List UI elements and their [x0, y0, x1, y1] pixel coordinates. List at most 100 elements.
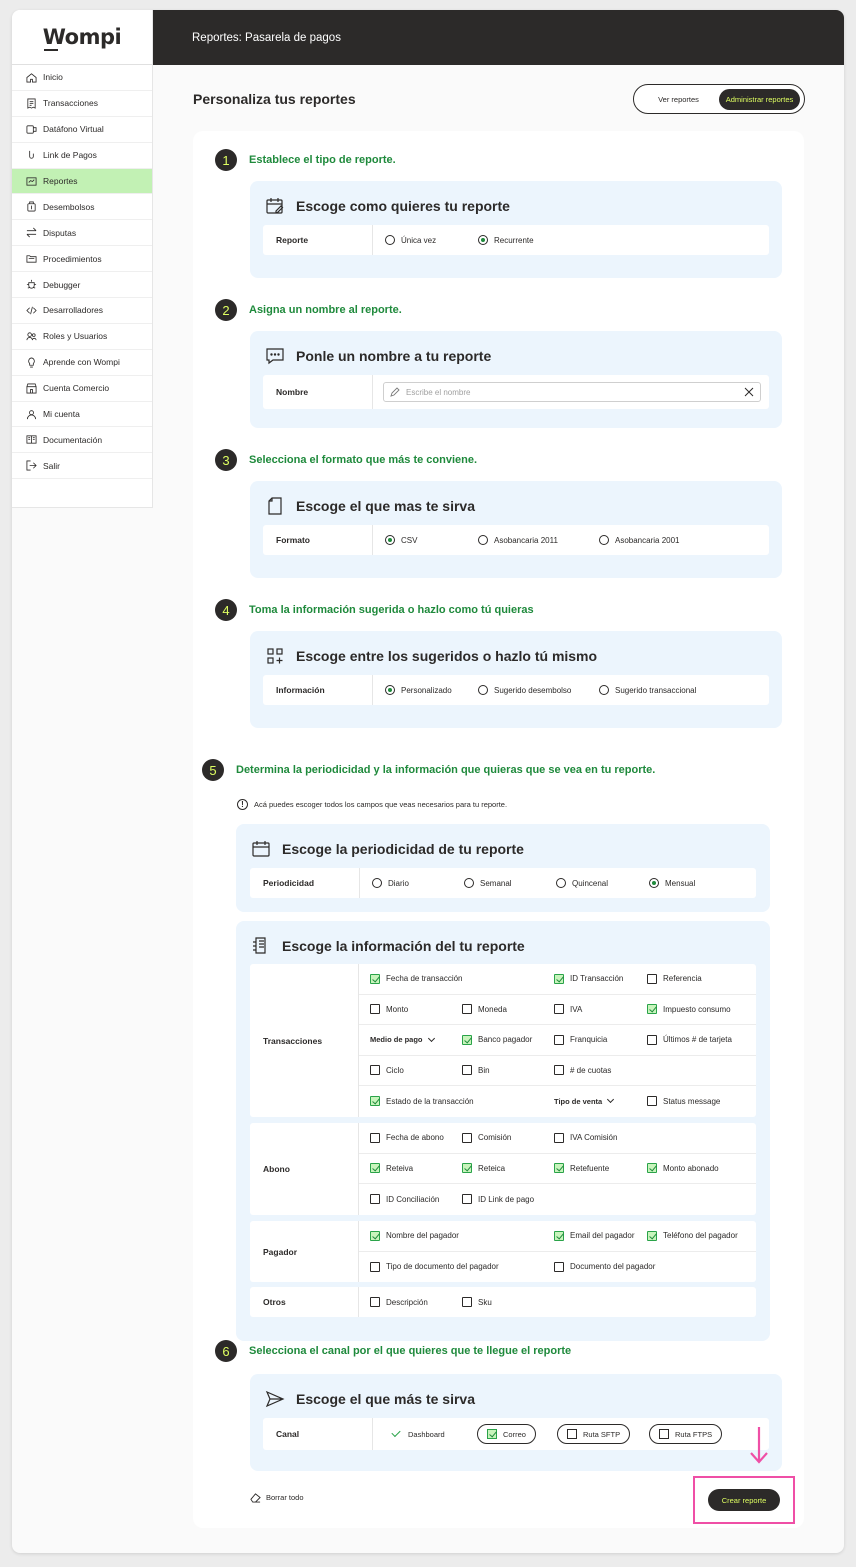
channel-dashboard[interactable]: Dashboard	[391, 1418, 445, 1450]
checkbox-ciclo[interactable]: Ciclo	[370, 1056, 404, 1086]
radio-csv[interactable]: CSV	[385, 535, 478, 545]
checkbox-monto[interactable]: Monto	[370, 995, 408, 1025]
documentation-icon	[25, 434, 37, 446]
checkbox-retefuente[interactable]: Retefuente	[554, 1154, 609, 1184]
checkbox-label: Status message	[663, 1096, 721, 1106]
checkbox-sku[interactable]: Sku	[462, 1287, 492, 1317]
checkbox-franquicia[interactable]: Franquicia	[554, 1025, 607, 1055]
channel-sftp-button[interactable]: Ruta SFTP	[557, 1424, 631, 1444]
information-row: Información Personalizado Sugerido desem…	[263, 675, 769, 705]
channel-ftps-button[interactable]: Ruta FTPS	[649, 1424, 723, 1444]
arrow-down-icon	[750, 1427, 768, 1464]
checkbox-fecha-transaccion[interactable]: Fecha de transacción	[370, 964, 463, 994]
checkbox-moneda[interactable]: Moneda	[462, 995, 507, 1025]
radio-quincenal[interactable]: Quincenal	[556, 878, 649, 888]
checkbox-email-pagador[interactable]: Email del pagador	[554, 1221, 634, 1251]
sidebar-item-datafono-virtual[interactable]: Datáfono Virtual	[12, 117, 152, 143]
checkbox-box-checked	[370, 1230, 380, 1241]
sidebar-item-roles-y-usuarios[interactable]: Roles y Usuarios	[12, 324, 152, 350]
checkbox-status-message[interactable]: Status message	[647, 1086, 720, 1117]
sidebar-item-documentacion[interactable]: Documentación	[12, 427, 152, 454]
checkbox-cuotas[interactable]: # de cuotas	[554, 1056, 611, 1086]
checkbox-tipo-documento[interactable]: Tipo de documento del pagador	[370, 1252, 499, 1283]
tipo-de-venta-dropdown[interactable]: Tipo de venta	[554, 1086, 615, 1117]
checkbox-box	[370, 1297, 380, 1307]
sidebar-item-disputas[interactable]: Disputas	[12, 220, 152, 247]
report-name-row: Nombre	[263, 375, 769, 409]
checkbox-banco-pagador[interactable]: Banco pagador	[462, 1025, 532, 1055]
checkbox-estado-transaccion[interactable]: Estado de la transacción	[370, 1086, 474, 1117]
radio-circle	[599, 535, 609, 545]
checkbox-iva-comision[interactable]: IVA Comisión	[554, 1123, 617, 1153]
checkbox-monto-abonado[interactable]: Monto abonado	[647, 1154, 719, 1184]
sidebar-item-cuenta-comercio[interactable]: Cuenta Comercio	[12, 376, 152, 402]
clear-all-button[interactable]: Borrar todo	[250, 1492, 304, 1503]
checkbox-ultimos-tarjeta[interactable]: Últimos # de tarjeta	[647, 1025, 732, 1055]
checkbox-box	[370, 1194, 380, 1205]
report-builder-card: 1 Establece el tipo de reporte. Escoge c…	[193, 131, 804, 1528]
checkbox-descripcion[interactable]: Descripción	[370, 1287, 428, 1317]
checkbox-box	[647, 1034, 657, 1045]
checkbox-comision[interactable]: Comisión	[462, 1123, 511, 1153]
group-label: Transacciones	[250, 964, 359, 1117]
checkbox-bin[interactable]: Bin	[462, 1056, 490, 1086]
sidebar-item-procedimientos[interactable]: Procedimientos	[12, 246, 152, 273]
sidebar-item-transacciones[interactable]: Transacciones	[12, 91, 152, 117]
step-title: Determina la periodicidad y la informaci…	[236, 764, 656, 776]
sidebar-item-reportes[interactable]: Reportes	[12, 168, 152, 195]
radio-semanal[interactable]: Semanal	[464, 878, 556, 888]
checkbox-box	[554, 1132, 564, 1143]
wompi-logo[interactable]: Wompi	[43, 25, 122, 51]
radio-personalizado[interactable]: Personalizado	[385, 685, 478, 695]
sidebar-item-link-de-pagos[interactable]: Link de Pagos	[12, 143, 152, 169]
chevron-down-icon	[427, 1034, 435, 1042]
checkbox-iva[interactable]: IVA	[554, 995, 582, 1025]
sidebar-item-desarrolladores[interactable]: Desarrolladores	[12, 298, 152, 324]
checkbox-label: Bin	[478, 1065, 490, 1075]
checkbox-documento-pagador[interactable]: Documento del pagador	[554, 1252, 655, 1283]
clear-input-icon[interactable]	[744, 387, 754, 397]
fields-row: Descripción Sku	[359, 1287, 756, 1317]
sidebar-item-salir[interactable]: Salir	[12, 453, 152, 480]
checkbox-reteiva[interactable]: Reteiva	[370, 1154, 413, 1184]
channel-correo-button[interactable]: Correo	[477, 1424, 536, 1444]
report-name-input[interactable]	[406, 387, 744, 397]
create-report-button[interactable]: Crear reporte	[707, 1489, 781, 1511]
checkbox-impuesto-consumo[interactable]: Impuesto consumo	[647, 995, 731, 1025]
manage-reports-tab[interactable]: Administrar reportes	[719, 88, 800, 110]
radio-unica-vez[interactable]: Única vez	[385, 235, 478, 245]
sidebar-item-desembolsos[interactable]: Desembolsos	[12, 194, 152, 221]
checkbox-nombre-pagador[interactable]: Nombre del pagador	[370, 1221, 459, 1251]
radio-mensual[interactable]: Mensual	[649, 878, 695, 888]
medio-de-pago-dropdown[interactable]: Medio de pago	[370, 1025, 435, 1055]
panel-heading: Escoge como quieres tu reporte	[264, 195, 510, 217]
view-reports-tab[interactable]: Ver reportes	[638, 89, 719, 110]
sidebar-item-label: Procedimientos	[43, 253, 102, 264]
checkbox-id-conciliacion[interactable]: ID Conciliación	[370, 1184, 439, 1215]
pos-terminal-icon	[25, 123, 37, 135]
sidebar-item-aprende-con-wompi[interactable]: Aprende con Wompi	[12, 350, 152, 376]
radio-recurrente[interactable]: Recurrente	[478, 235, 534, 245]
checkbox-fecha-abono[interactable]: Fecha de abono	[370, 1123, 444, 1153]
radio-diario[interactable]: Diario	[372, 878, 464, 888]
radio-asobancaria-2011[interactable]: Asobancaria 2011	[478, 535, 599, 545]
step-number: 6	[215, 1340, 237, 1362]
radio-asobancaria-2001[interactable]: Asobancaria 2001	[599, 535, 680, 545]
checkbox-reteica[interactable]: Reteica	[462, 1154, 505, 1184]
checkbox-referencia[interactable]: Referencia	[647, 964, 702, 994]
checkbox-id-link-pago[interactable]: ID Link de pago	[462, 1184, 534, 1215]
checkbox-box	[647, 973, 657, 984]
checkbox-label: Email del pagador	[570, 1231, 635, 1241]
sidebar-item-inicio[interactable]: Inicio	[12, 65, 152, 91]
fields-row: ID Conciliación ID Link de pago	[359, 1184, 756, 1215]
view-toggle: Ver reportes Administrar reportes	[633, 84, 805, 114]
checkbox-id-transaccion[interactable]: ID Transacción	[554, 964, 623, 994]
sidebar-item-debugger[interactable]: Debugger	[12, 272, 152, 299]
checkbox-telefono-pagador[interactable]: Teléfono del pagador	[647, 1221, 738, 1251]
checkbox-box	[370, 1261, 380, 1272]
checkbox-label: ID Conciliación	[386, 1194, 440, 1204]
sidebar-item-mi-cuenta[interactable]: Mi cuenta	[12, 402, 152, 428]
radio-sugerido-transaccional[interactable]: Sugerido transaccional	[599, 685, 696, 695]
radio-sugerido-desembolso[interactable]: Sugerido desembolso	[478, 685, 599, 695]
channel-label: Correo	[503, 1429, 526, 1439]
